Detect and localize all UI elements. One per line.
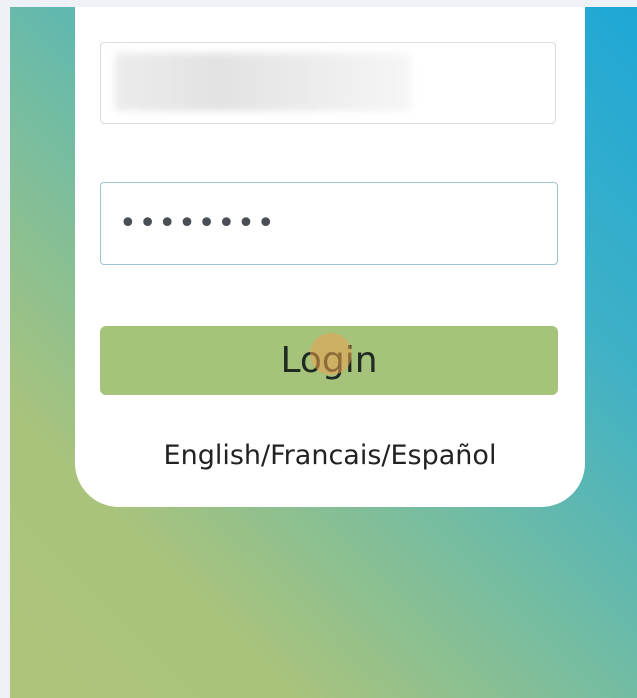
login-button[interactable]: Login: [100, 326, 558, 395]
language-selector-link[interactable]: English/Francais/Español: [75, 440, 585, 471]
password-input[interactable]: ••••••••: [100, 182, 558, 265]
blurred-username-value: [115, 53, 411, 111]
screenshot-frame: •••••••• Login English/Francais/Español: [0, 0, 637, 698]
username-input[interactable]: [100, 42, 556, 124]
